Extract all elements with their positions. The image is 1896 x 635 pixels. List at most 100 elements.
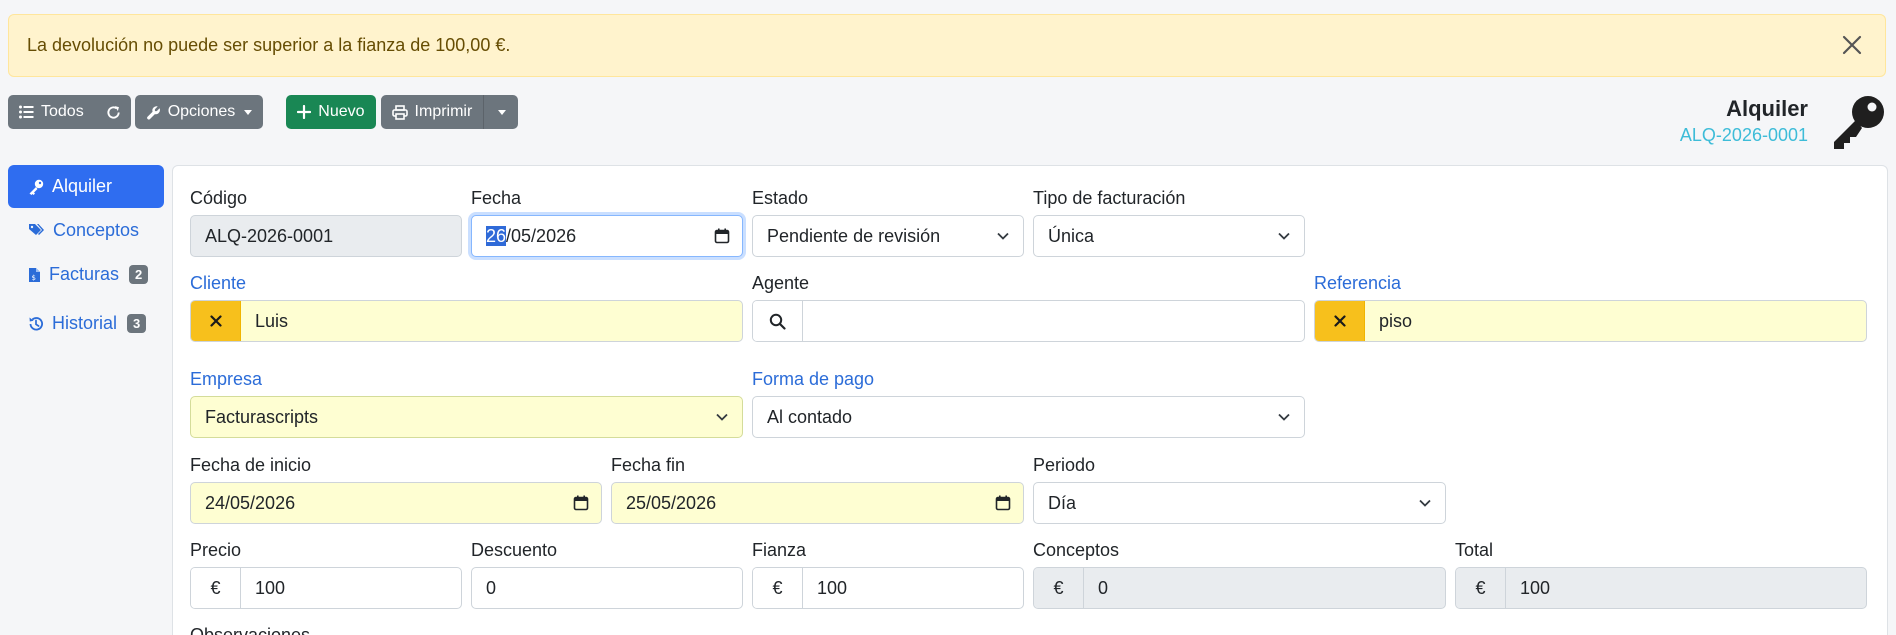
fecha-fin-field: Fecha fin 25/05/2026 xyxy=(611,453,1024,524)
clear-cliente-button[interactable] xyxy=(191,301,241,341)
calendar-icon[interactable] xyxy=(561,495,601,511)
close-icon xyxy=(1842,35,1862,55)
sidebar-item-label: Alquiler xyxy=(52,176,113,196)
key-icon xyxy=(1834,96,1884,149)
estado-select[interactable]: Pendiente de revisión xyxy=(752,215,1024,257)
codigo-input[interactable]: ALQ-2026-0001 xyxy=(190,215,462,257)
fecha-label: Fecha xyxy=(471,188,522,208)
search-agente-button[interactable] xyxy=(753,301,803,341)
sidebar-item-historial[interactable]: Historial 3 xyxy=(8,302,164,345)
tipo-facturacion-field: Tipo de facturación Única xyxy=(1033,186,1305,257)
new-button[interactable]: Nuevo xyxy=(286,95,376,129)
fecha-fin-input[interactable]: 25/05/2026 xyxy=(611,482,1024,524)
fecha-field: Fecha 26/05/2026 xyxy=(471,186,743,257)
all-button-label: Todos xyxy=(41,103,84,120)
print-button[interactable]: Imprimir xyxy=(380,95,484,129)
conceptos-label: Conceptos xyxy=(1033,540,1120,560)
chevron-down-icon xyxy=(1264,412,1304,422)
sidebar: Alquiler Conceptos $ Facturas 2 Historia… xyxy=(8,165,164,346)
chevron-down-icon xyxy=(244,109,253,115)
toolbar: Todos Opciones Nuevo Imprimir xyxy=(8,95,519,129)
precio-input[interactable]: € 100 xyxy=(190,567,462,609)
estado-label: Estado xyxy=(752,188,809,208)
chevron-down-icon xyxy=(1405,498,1445,508)
close-icon xyxy=(209,315,222,327)
refresh-icon xyxy=(107,105,120,119)
chevron-down-icon xyxy=(498,109,507,115)
calendar-icon[interactable] xyxy=(702,228,742,244)
new-button-label: Nuevo xyxy=(318,103,365,120)
euro-icon: € xyxy=(1034,568,1084,608)
print-button-group: Imprimir xyxy=(380,95,519,129)
fecha-day-selected: 26 xyxy=(486,225,507,246)
alert-message: La devolución no puede ser superior a la… xyxy=(27,35,511,55)
sidebar-item-facturas[interactable]: $ Facturas 2 xyxy=(8,253,164,296)
invoices-count-badge: 2 xyxy=(129,265,149,284)
agente-field: Agente xyxy=(752,271,1305,342)
sidebar-item-conceptos[interactable]: Conceptos xyxy=(8,209,164,252)
conceptos-input[interactable]: € 0 xyxy=(1033,567,1446,609)
referencia-input[interactable]: piso xyxy=(1314,300,1867,342)
descuento-field: Descuento 0 xyxy=(471,538,743,609)
fianza-input[interactable]: € 100 xyxy=(752,567,1024,609)
printer-icon xyxy=(391,104,408,120)
cliente-input[interactable]: Luis xyxy=(190,300,743,342)
estado-field: Estado Pendiente de revisión xyxy=(752,186,1024,257)
precio-field: Precio € 100 xyxy=(190,538,462,609)
fianza-label: Fianza xyxy=(752,540,807,560)
conceptos-field: Conceptos € 0 xyxy=(1033,538,1446,609)
page: La devolución no puede ser superior a la… xyxy=(0,0,1896,635)
tipo-facturacion-select[interactable]: Única xyxy=(1033,215,1305,257)
periodo-label: Periodo xyxy=(1033,455,1096,475)
precio-label: Precio xyxy=(190,540,242,560)
sidebar-item-alquiler[interactable]: Alquiler xyxy=(8,165,164,208)
plus-icon xyxy=(297,105,312,119)
euro-icon: € xyxy=(753,568,803,608)
codigo-label: Código xyxy=(190,188,248,208)
referencia-label-link[interactable]: Referencia xyxy=(1314,271,1867,295)
total-label: Total xyxy=(1455,540,1494,560)
periodo-select[interactable]: Día xyxy=(1033,482,1446,524)
observaciones-label: Observaciones xyxy=(190,625,311,635)
fecha-inicio-field: Fecha de inicio 24/05/2026 xyxy=(190,453,602,524)
fecha-inicio-input[interactable]: 24/05/2026 xyxy=(190,482,602,524)
referencia-field: Referencia piso xyxy=(1314,271,1867,342)
euro-icon: € xyxy=(1456,568,1506,608)
descuento-input[interactable]: 0 xyxy=(471,567,743,609)
empresa-select[interactable]: Facturascripts xyxy=(190,396,743,438)
total-input[interactable]: € 100 xyxy=(1455,567,1867,609)
total-field: Total € 100 xyxy=(1455,538,1867,609)
rental-form-panel: Código ALQ-2026-0001 Fecha 26/05/2026 Es… xyxy=(172,165,1888,635)
tags-icon xyxy=(29,224,44,235)
clear-referencia-button[interactable] xyxy=(1315,301,1365,341)
empresa-field: Empresa Facturascripts xyxy=(190,367,743,438)
list-icon xyxy=(19,105,34,119)
options-button-label: Opciones xyxy=(167,103,236,120)
invoice-icon: $ xyxy=(29,267,40,282)
empresa-label-link[interactable]: Empresa xyxy=(190,367,743,391)
history-icon xyxy=(29,316,43,330)
document-header: Alquiler ALQ-2026-0001 xyxy=(1680,96,1808,146)
alert-close-button[interactable] xyxy=(1837,30,1867,60)
wrench-icon xyxy=(146,105,160,120)
print-dropdown-toggle[interactable] xyxy=(483,95,519,129)
refresh-button[interactable] xyxy=(94,95,131,129)
fianza-field: Fianza € 100 xyxy=(752,538,1024,609)
codigo-field: Código ALQ-2026-0001 xyxy=(190,186,462,257)
all-button[interactable]: Todos xyxy=(8,95,95,129)
close-icon xyxy=(1333,315,1346,327)
options-button[interactable]: Opciones xyxy=(134,95,264,129)
fecha-inicio-label: Fecha de inicio xyxy=(190,455,312,475)
periodo-field: Periodo Día xyxy=(1033,453,1446,524)
forma-pago-label-link[interactable]: Forma de pago xyxy=(752,367,1305,391)
fecha-input[interactable]: 26/05/2026 xyxy=(471,215,743,257)
sidebar-item-label: Facturas xyxy=(49,264,120,284)
descuento-label: Descuento xyxy=(471,540,558,560)
calendar-icon[interactable] xyxy=(983,495,1023,511)
agente-input[interactable] xyxy=(752,300,1305,342)
page-title: Alquiler xyxy=(1726,96,1808,121)
forma-pago-select[interactable]: Al contado xyxy=(752,396,1305,438)
cliente-field: Cliente Luis xyxy=(190,271,743,342)
forma-pago-field: Forma de pago Al contado xyxy=(752,367,1305,438)
cliente-label-link[interactable]: Cliente xyxy=(190,271,743,295)
